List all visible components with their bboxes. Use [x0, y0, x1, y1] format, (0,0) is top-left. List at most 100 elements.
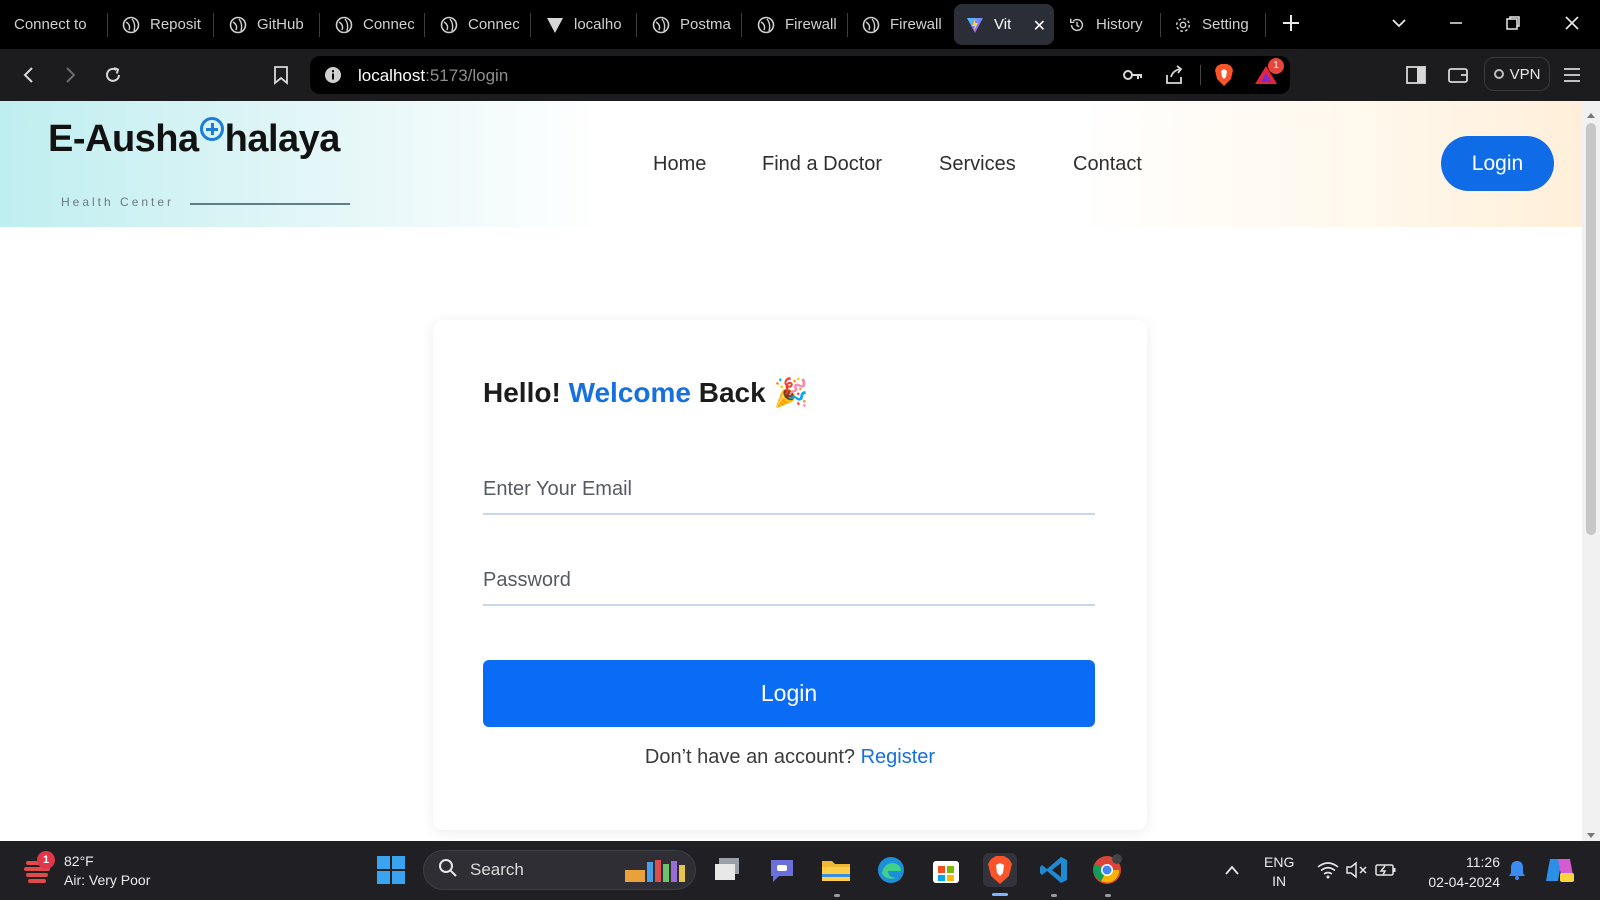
share-icon[interactable]	[1164, 64, 1186, 91]
tab-history[interactable]: History	[1068, 4, 1168, 45]
url-text: localhost:5173/login	[358, 66, 508, 86]
taskbar-search-box[interactable]: Search	[423, 850, 696, 890]
brave-rewards-icon[interactable]: 1	[1254, 58, 1284, 91]
clock-time: 11:26	[1466, 854, 1500, 870]
tray-chevron-up-icon[interactable]	[1215, 853, 1249, 887]
brave-shield-icon[interactable]	[1214, 63, 1234, 92]
reload-icon[interactable]	[98, 60, 128, 90]
register-link[interactable]: Register	[861, 746, 935, 768]
edge-browser-icon[interactable]	[874, 853, 908, 887]
chrome-icon[interactable]	[1090, 853, 1124, 887]
brave-browser-icon[interactable]	[983, 853, 1017, 887]
tab-localhost[interactable]: localho	[546, 4, 626, 45]
tab-label: Reposit	[150, 16, 201, 33]
task-view-icon[interactable]	[710, 853, 744, 887]
tab-github[interactable]: GitHub	[229, 4, 313, 45]
vscode-icon[interactable]	[1037, 853, 1071, 887]
tab-vite-active[interactable]: Vit ✕	[954, 4, 1054, 45]
battery-charging-icon[interactable]	[1369, 853, 1403, 887]
nav-find-a-doctor[interactable]: Find a Doctor	[762, 153, 882, 176]
nav-services[interactable]: Services	[939, 153, 1016, 176]
tab-divider	[424, 13, 425, 37]
language-indicator[interactable]: ENG IN	[1264, 853, 1294, 891]
logo-text-right: halaya	[224, 118, 341, 160]
page-viewport: E-Ausha halaya Health Center Home Find a …	[0, 101, 1582, 841]
windows-start-icon[interactable]	[374, 853, 408, 887]
tab-search-chevron-down-icon[interactable]	[1384, 8, 1414, 38]
sidebar-toggle-icon[interactable]	[1401, 60, 1431, 90]
browser-menu-icon[interactable]	[1557, 60, 1587, 90]
close-window-icon[interactable]	[1557, 8, 1587, 38]
tab-connect-to[interactable]: Connect to	[14, 4, 94, 45]
tab-connection-2[interactable]: Connec	[440, 4, 520, 45]
language-top: ENG	[1264, 854, 1295, 870]
globe-icon	[757, 16, 775, 34]
tab-firewall-2[interactable]: Firewall	[862, 4, 942, 45]
party-popper-icon: 🎉	[773, 377, 809, 408]
file-explorer-icon[interactable]	[819, 853, 853, 887]
vpn-button[interactable]: VPN	[1484, 57, 1550, 91]
tab-postman[interactable]: Postma	[652, 4, 732, 45]
forward-arrow-icon[interactable]	[55, 60, 85, 90]
restore-window-icon[interactable]	[1498, 8, 1528, 38]
notification-bell-icon[interactable]	[1500, 853, 1534, 887]
tab-divider	[1160, 13, 1161, 37]
language-bottom: IN	[1272, 873, 1287, 889]
vpn-status-icon	[1493, 69, 1504, 79]
browser-toolbar: localhost:5173/login 1 VPN	[0, 49, 1600, 101]
search-label: Search	[470, 860, 524, 879]
close-tab-icon[interactable]: ✕	[1033, 16, 1046, 36]
greeting-start: Hello!	[483, 377, 561, 408]
tab-connection-1[interactable]: Connec	[335, 4, 415, 45]
login-card: Hello! Welcome Back 🎉 Login Don’t have a…	[433, 320, 1147, 830]
tab-divider	[213, 13, 214, 37]
new-tab-plus-icon[interactable]	[1276, 8, 1306, 38]
tab-label: GitHub	[257, 16, 304, 33]
logo-text-left: E-Ausha	[48, 118, 199, 160]
password-field[interactable]	[483, 556, 1095, 606]
key-icon[interactable]	[1122, 65, 1144, 90]
site-info-icon[interactable]	[324, 66, 342, 89]
microsoft-store-icon[interactable]	[929, 853, 963, 887]
tab-label: History	[1096, 16, 1143, 33]
page-scrollbar[interactable]	[1582, 101, 1600, 841]
globe-icon	[335, 16, 353, 34]
medical-plus-icon	[199, 117, 224, 141]
globe-icon	[122, 16, 140, 34]
history-icon	[1068, 16, 1086, 34]
logo-tagline: Health Center	[61, 195, 175, 209]
tab-divider	[319, 13, 320, 37]
copilot-icon[interactable]	[1543, 853, 1577, 887]
site-logo[interactable]: E-Ausha halaya	[48, 117, 340, 161]
tab-divider	[741, 13, 742, 37]
wallet-icon[interactable]	[1443, 60, 1473, 90]
weather-widget[interactable]: 1 82°F Air: Very Poor	[20, 851, 190, 891]
tab-label: Connect to	[14, 16, 87, 33]
bookmark-icon[interactable]	[266, 60, 296, 90]
login-submit-button[interactable]: Login	[483, 660, 1095, 727]
scroll-up-arrow-icon[interactable]	[1586, 106, 1596, 124]
running-app-indicator	[834, 894, 840, 897]
nav-home[interactable]: Home	[653, 153, 706, 176]
tab-divider	[636, 13, 637, 37]
email-field[interactable]	[483, 465, 1095, 515]
vite-icon	[546, 16, 564, 34]
site-header: E-Ausha halaya Health Center Home Find a …	[0, 101, 1582, 227]
register-prompt-text: Don’t have an account?	[644, 746, 856, 768]
minimize-window-icon[interactable]	[1441, 8, 1471, 38]
teams-chat-icon[interactable]	[765, 853, 799, 887]
tab-settings[interactable]: Setting	[1174, 4, 1254, 45]
system-clock[interactable]: 11:26 02-04-2024	[1412, 852, 1500, 892]
running-app-indicator	[1051, 894, 1057, 897]
tab-label: Postma	[680, 16, 731, 33]
greeting-end: Back	[698, 377, 766, 408]
nav-contact[interactable]: Contact	[1073, 153, 1142, 176]
header-login-button[interactable]: Login	[1441, 136, 1554, 191]
tab-repository[interactable]: Reposit	[122, 4, 204, 45]
address-bar[interactable]: localhost:5173/login 1	[310, 56, 1290, 94]
running-app-indicator	[1105, 894, 1111, 897]
scroll-thumb[interactable]	[1586, 123, 1596, 535]
tab-firewall-1[interactable]: Firewall	[757, 4, 839, 45]
air-quality-text: Air: Very Poor	[64, 872, 151, 888]
back-arrow-icon[interactable]	[14, 60, 44, 90]
